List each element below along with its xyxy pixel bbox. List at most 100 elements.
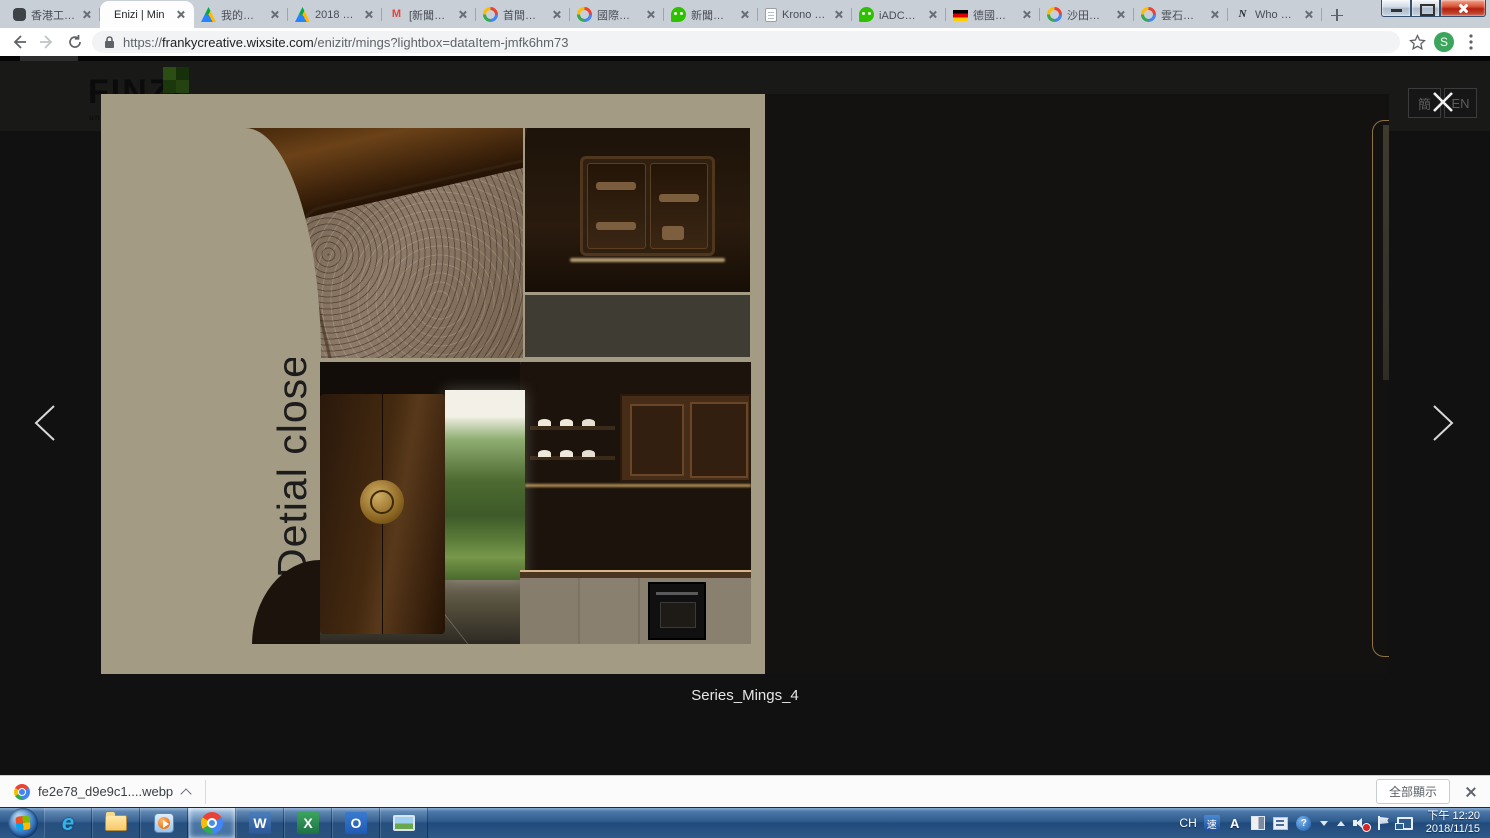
ime-mode-icon[interactable]: A (1227, 815, 1243, 831)
tab-close-icon[interactable] (644, 8, 657, 21)
cabinet-photo (525, 128, 750, 292)
lock-icon (102, 31, 116, 53)
show-hidden-icons[interactable] (1337, 821, 1345, 826)
language-indicator[interactable]: CH (1179, 816, 1196, 830)
tab-close-icon[interactable] (1302, 8, 1315, 21)
bookmark-star-icon[interactable] (1406, 31, 1428, 53)
forward-icon[interactable] (36, 31, 58, 53)
browser-tab[interactable]: 2018 - Go (288, 1, 382, 28)
browser-tab[interactable]: 沙田第一城 (1040, 1, 1134, 28)
ime-panel-icon[interactable] (1251, 816, 1265, 830)
site-favicon-icon (13, 8, 26, 21)
clock-time: 下午 12:20 (1426, 810, 1480, 823)
page-content: FINZI uni 簡 EN Detial close up (0, 56, 1490, 775)
tab-close-icon[interactable] (362, 8, 375, 21)
chevron-up-icon[interactable] (181, 787, 191, 797)
media-player-icon (154, 813, 174, 833)
tab-close-icon[interactable] (738, 8, 751, 21)
browser-tab[interactable]: 雲石硬度分 (1134, 1, 1228, 28)
taskbar-photo-viewer-button[interactable] (380, 808, 428, 838)
tab-strip: 香港工程顧 Enizi | Min 我的雲端硬 2018 - Go M [新聞稿… (0, 0, 1490, 28)
reload-icon[interactable] (64, 31, 86, 53)
menu-dots-icon[interactable] (1460, 31, 1482, 53)
tab-title: 香港工程顧 (31, 7, 75, 23)
address-bar[interactable]: https://frankycreative.wixsite.com/enizi… (92, 31, 1400, 53)
next-image-arrow[interactable] (1430, 404, 1460, 444)
taskbar-word-button[interactable]: W (236, 808, 284, 838)
browser-tab[interactable]: 首間實體店 (476, 1, 570, 28)
tab-close-icon[interactable] (550, 8, 563, 21)
maximize-button[interactable] (1411, 0, 1440, 17)
url-path: /enizitr/mings?lightbox=dataItem-jmfk6hm… (314, 35, 569, 50)
n-logo-icon: N (1235, 7, 1250, 22)
browser-tab[interactable]: 我的雲端硬 (194, 1, 288, 28)
start-button[interactable] (8, 808, 38, 838)
taskbar-ie-button[interactable]: e (44, 808, 92, 838)
show-all-downloads-button[interactable]: 全部顯示 (1376, 779, 1450, 804)
lower-cabinets (520, 578, 751, 644)
help-icon[interactable]: ? (1296, 816, 1311, 831)
minimize-button[interactable] (1381, 0, 1411, 17)
tray-options-icon[interactable] (1320, 821, 1328, 826)
action-center-flag-icon[interactable] (1376, 816, 1390, 830)
image-caption: Series_Mings_4 (0, 687, 1490, 704)
tab-close-icon[interactable] (1020, 8, 1033, 21)
url-host: frankycreative.wixsite.com (162, 35, 314, 50)
tab-close-icon[interactable] (80, 8, 93, 21)
oven (648, 582, 706, 640)
new-tab-button[interactable] (1322, 2, 1352, 28)
under-cabinet-light (525, 484, 751, 487)
taskbar: e W X O CH 速 A ? 下午 12:20 2018/11/15 (0, 807, 1490, 838)
gold-medallion (360, 480, 404, 524)
back-icon[interactable] (8, 31, 30, 53)
close-download-bar-icon[interactable] (1464, 785, 1478, 799)
kitchen-counter (520, 570, 751, 578)
taskbar-outlook-button[interactable]: O (332, 808, 380, 838)
gmail-icon: M (389, 7, 404, 22)
ime-quick-icon[interactable]: 速 (1204, 815, 1220, 831)
browser-tab[interactable]: 德國寶|最 (946, 1, 1040, 28)
taskbar-clock[interactable]: 下午 12:20 2018/11/15 (1420, 810, 1480, 836)
browser-tab[interactable]: iADC國際 (852, 1, 946, 28)
tab-close-icon[interactable] (832, 8, 845, 21)
browser-tab[interactable]: 新聞稿 - 生 (664, 1, 758, 28)
ime-toolbar-icon[interactable] (1273, 817, 1288, 830)
taskbar-excel-button[interactable]: X (284, 808, 332, 838)
tab-title: 德國寶|最 (973, 7, 1015, 23)
tab-close-icon[interactable] (174, 8, 187, 21)
under-cabinet-light (570, 258, 725, 262)
webp-file-icon (14, 784, 30, 800)
profile-avatar[interactable]: S (1434, 32, 1454, 52)
tab-close-icon[interactable] (1208, 8, 1221, 21)
tab-close-icon[interactable] (268, 8, 281, 21)
lightbox-close-icon[interactable] (1429, 88, 1457, 116)
kitchen-photo (320, 362, 751, 644)
tab-title: [新聞稿] M (409, 7, 451, 23)
document-icon (765, 8, 777, 22)
taskbar-chrome-button[interactable] (188, 808, 236, 838)
beige-strip (101, 644, 765, 674)
clock-date: 2018/11/15 (1426, 823, 1480, 836)
browser-tab[interactable]: 香港工程顧 (6, 1, 100, 28)
cabinet-glass-door (650, 163, 709, 249)
browser-tab[interactable]: N Who We A (1228, 1, 1322, 28)
browser-tab[interactable]: 國際藝展中 (570, 1, 664, 28)
download-item[interactable]: fe2e78_d9e9c1....webp (0, 776, 205, 807)
tab-close-icon[interactable] (926, 8, 939, 21)
taskbar-media-player-button[interactable] (140, 808, 188, 838)
wechat-icon (859, 7, 874, 22)
prev-image-arrow[interactable] (32, 404, 62, 444)
tab-title: iADC國際 (879, 7, 921, 23)
google-icon (483, 7, 498, 22)
leather-closeup-photo (245, 128, 523, 358)
close-window-button[interactable] (1440, 0, 1486, 17)
browser-tab[interactable]: Krono Syst (758, 1, 852, 28)
browser-tab-active[interactable]: Enizi | Min (100, 1, 194, 28)
tab-close-icon[interactable] (1114, 8, 1127, 21)
volume-muted-icon[interactable] (1353, 816, 1369, 830)
swatch-olive (1383, 125, 1389, 380)
browser-tab[interactable]: M [新聞稿] M (382, 1, 476, 28)
network-icon[interactable] (1397, 817, 1413, 830)
taskbar-explorer-button[interactable] (92, 808, 140, 838)
tab-close-icon[interactable] (456, 8, 469, 21)
